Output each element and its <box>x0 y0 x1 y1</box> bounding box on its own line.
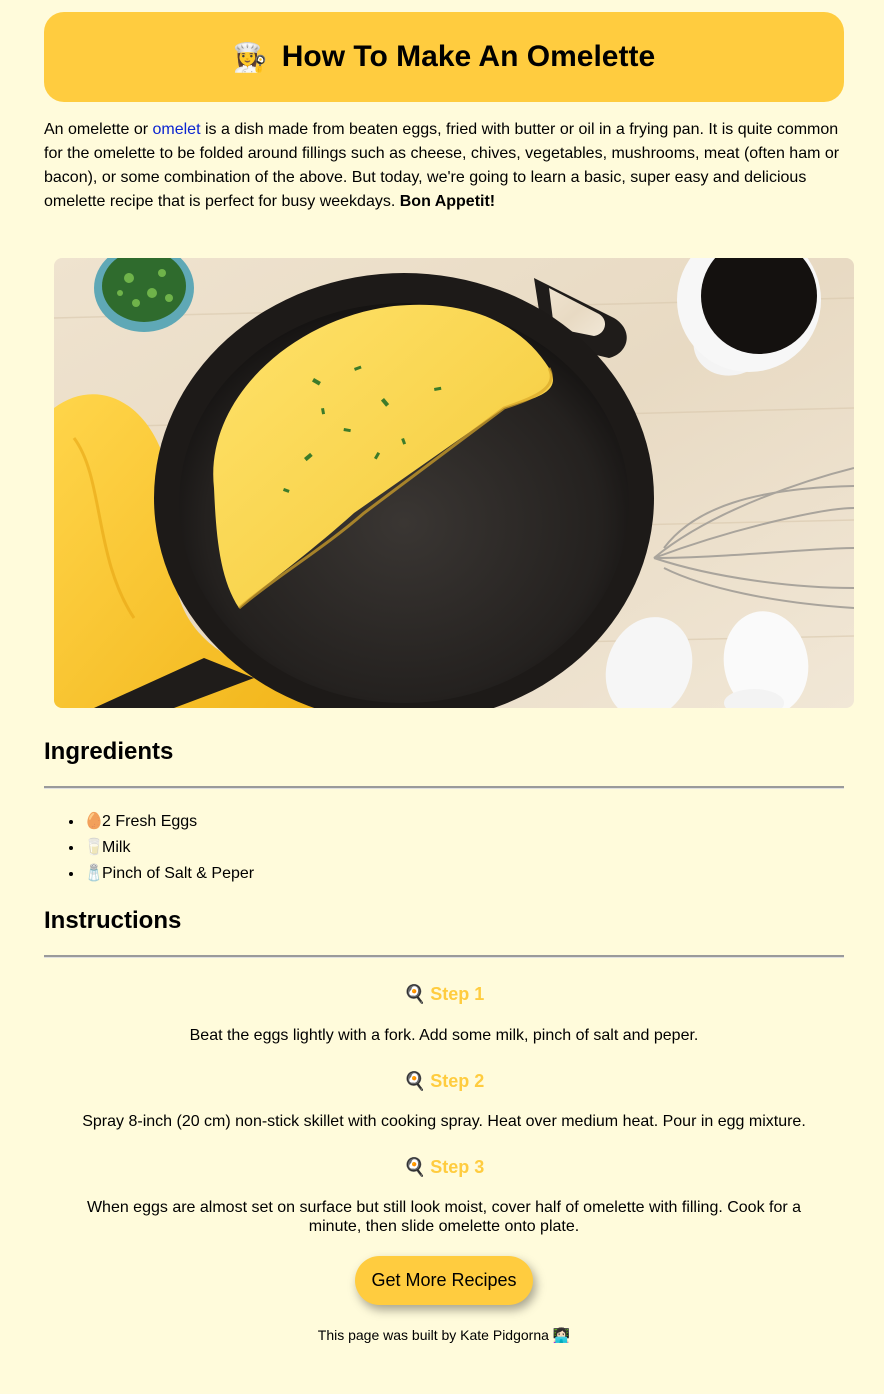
ingredients-list: 🥚2 Fresh Eggs 🥛Milk 🧂Pinch of Salt & Pep… <box>44 809 844 887</box>
step-title-text: Step 3 <box>430 1157 485 1177</box>
step-1-title: 🍳 Step 1 <box>44 984 844 1005</box>
salt-shaker-icon: 🧂 <box>84 865 104 882</box>
egg-icon: 🥚 <box>84 813 104 830</box>
step-3-text: When eggs are almost set on surface but … <box>86 1199 802 1235</box>
list-item: 🥛Milk <box>84 835 844 861</box>
list-item: 🥚2 Fresh Eggs <box>84 809 844 835</box>
omelet-link[interactable]: omelet <box>153 121 201 138</box>
ingredient-label: Pinch of Salt & Peper <box>102 865 255 882</box>
page-title-text: How To Make An Omelette <box>281 40 656 73</box>
footer-text: This page was built by Kate Pidgorna <box>317 1327 549 1343</box>
ingredient-label: Milk <box>102 839 131 856</box>
ingredients-heading: Ingredients <box>44 738 174 765</box>
step-2-text: Spray 8-inch (20 cm) non-stick skillet w… <box>82 1113 806 1130</box>
frying-pan-icon: 🍳 <box>403 984 427 1004</box>
instructions-heading: Instructions <box>44 907 182 934</box>
ingredient-label: 2 Fresh Eggs <box>102 813 198 830</box>
chef-icon: 👩‍🍳 <box>232 41 268 73</box>
frying-pan-icon: 🍳 <box>403 1071 427 1091</box>
page-header: 👩‍🍳 How To Make An Omelette <box>44 12 844 102</box>
frying-pan-icon: 🍳 <box>403 1157 427 1177</box>
milk-glass-icon: 🥛 <box>84 839 104 856</box>
step-title-text: Step 1 <box>430 984 485 1004</box>
page-footer: This page was built by Kate Pidgorna 👩🏻‍… <box>44 1327 844 1344</box>
woman-technologist-icon: 👩🏻‍💻 <box>552 1327 571 1343</box>
instructions-divider <box>44 955 844 958</box>
page-title: 👩‍🍳 How To Make An Omelette <box>233 40 655 74</box>
list-item: 🧂Pinch of Salt & Peper <box>84 861 844 887</box>
omelette-photo <box>54 258 854 708</box>
step-3-title: 🍳 Step 3 <box>44 1157 844 1178</box>
button-wrapper: Get More Recipes <box>44 1256 844 1305</box>
intro-bold-text: Bon Appetit! <box>399 193 496 210</box>
ingredients-divider <box>44 786 844 789</box>
step-1-text: Beat the eggs lightly with a fork. Add s… <box>189 1027 699 1044</box>
get-more-recipes-button[interactable]: Get More Recipes <box>355 1256 533 1305</box>
step-2-title: 🍳 Step 2 <box>44 1071 844 1092</box>
step-title-text: Step 2 <box>430 1071 485 1091</box>
intro-paragraph: An omelette or omelet is a dish made fro… <box>44 118 844 214</box>
intro-text-start: An omelette or <box>44 121 153 138</box>
